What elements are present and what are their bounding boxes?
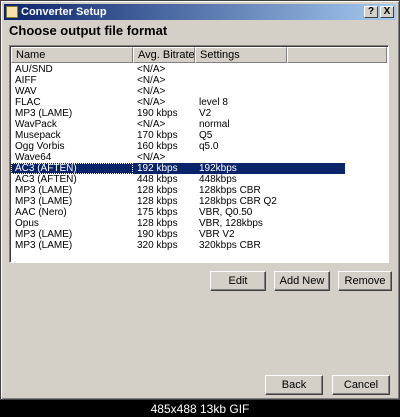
row-name-cell: AIFF [15, 75, 37, 86]
list-row[interactable]: MP3 (LAME) 128 kbps 128kbps CBR [11, 185, 388, 196]
list-body: AU/SND <N/A> AIFF <N/A> WAV <N/A> FLAC <N/A> lev… [11, 64, 388, 251]
row-bitrate-cell: <N/A> [137, 64, 166, 75]
row-settings-cell [195, 64, 345, 75]
list-row[interactable]: MP3 (LAME) 128 kbps 128kbps CBR Q2 [11, 196, 388, 207]
close-icon[interactable]: X [380, 6, 394, 18]
list-row[interactable]: MP3 (LAME) 190 kbps VBR V2 [11, 229, 388, 240]
row-settings-cell: level 8 [199, 97, 228, 108]
remove-button[interactable]: Remove [338, 271, 392, 291]
edit-button[interactable]: Edit [210, 271, 266, 291]
page-heading: Choose output file format [9, 23, 168, 38]
row-bitrate-cell: 190 kbps [137, 108, 178, 119]
row-name-cell: WAV [15, 86, 37, 97]
list-row[interactable]: MP3 (LAME) 320 kbps 320kbps CBR [11, 240, 388, 251]
row-name-cell: MP3 (LAME) [15, 196, 73, 207]
list-row[interactable]: Wave64 <N/A> [11, 152, 388, 163]
row-bitrate-cell: 128 kbps [137, 196, 178, 207]
row-settings-cell: 128kbps CBR [199, 185, 261, 196]
row-bitrate-cell: <N/A> [137, 75, 166, 86]
row-bitrate-cell: <N/A> [137, 152, 166, 163]
row-settings-cell [195, 86, 345, 97]
list-row[interactable]: AU/SND <N/A> [11, 64, 388, 75]
list-row[interactable]: AAC (Nero) 175 kbps VBR, Q0.50 [11, 207, 388, 218]
row-bitrate-cell: 320 kbps [137, 240, 178, 251]
converter-setup-dialog: Converter Setup ? X Choose output file f… [0, 0, 400, 400]
list-header: Name Avg. Bitrate Settings [11, 47, 387, 63]
row-bitrate-cell: 128 kbps [137, 218, 178, 229]
row-settings-cell: VBR V2 [199, 229, 235, 240]
column-header-bitrate[interactable]: Avg. Bitrate [133, 47, 195, 63]
row-name-cell: MP3 (LAME) [15, 229, 73, 240]
image-info-caption: 485x488 13kb GIF [0, 400, 400, 417]
row-name-cell: MP3 (LAME) [15, 108, 73, 119]
title-bar[interactable]: Converter Setup ? X [4, 4, 396, 20]
row-name-cell: AC3 (AFTEN) [11, 163, 133, 174]
column-header-filler [287, 47, 387, 63]
row-settings-cell [195, 75, 345, 86]
list-row[interactable]: Musepack 170 kbps Q5 [11, 130, 388, 141]
row-bitrate-cell: 170 kbps [137, 130, 178, 141]
list-row[interactable]: Ogg Vorbis 160 kbps q5.0 [11, 141, 388, 152]
list-row[interactable]: FLAC <N/A> level 8 [11, 97, 388, 108]
row-name-cell: Opus [15, 218, 39, 229]
help-icon[interactable]: ? [364, 6, 378, 18]
list-row[interactable]: WAV <N/A> [11, 86, 388, 97]
list-row[interactable]: AC3 (AFTEN) 448 kbps 448kbps [11, 174, 388, 185]
row-settings-cell: 128kbps CBR Q2 [199, 196, 277, 207]
list-row[interactable]: AIFF <N/A> [11, 75, 388, 86]
row-settings-cell: 320kbps CBR [199, 240, 261, 251]
cancel-button[interactable]: Cancel [332, 375, 390, 395]
row-settings-cell: VBR, Q0.50 [199, 207, 253, 218]
row-bitrate-cell: 175 kbps [137, 207, 178, 218]
row-name-cell: Musepack [15, 130, 61, 141]
row-name-cell: WavPack [15, 119, 57, 130]
row-bitrate-cell: <N/A> [137, 119, 166, 130]
row-name-cell: FLAC [15, 97, 41, 108]
column-header-name[interactable]: Name [11, 47, 133, 63]
app-icon [6, 6, 18, 18]
row-name-cell: Wave64 [15, 152, 52, 163]
list-row[interactable]: Opus 128 kbps VBR, 128kbps [11, 218, 388, 229]
row-bitrate-cell: <N/A> [137, 86, 166, 97]
row-settings-cell: q5.0 [199, 141, 219, 152]
row-bitrate-cell: 190 kbps [137, 229, 178, 240]
row-name-cell: MP3 (LAME) [15, 240, 73, 251]
format-list[interactable]: Name Avg. Bitrate Settings AU/SND <N/A> AI… [9, 45, 389, 263]
list-row[interactable]: WavPack <N/A> normal [11, 119, 388, 130]
row-settings-cell: V2 [199, 108, 212, 119]
row-settings-cell: Q5 [199, 130, 213, 141]
row-name-cell: AAC (Nero) [15, 207, 67, 218]
row-settings-cell: VBR, 128kbps [199, 218, 263, 229]
row-bitrate-cell: 448 kbps [137, 174, 178, 185]
back-button[interactable]: Back [265, 375, 323, 395]
row-settings-cell [195, 152, 345, 163]
row-name-cell: Ogg Vorbis [15, 141, 65, 152]
row-settings-cell: 448kbps [199, 174, 237, 185]
row-bitrate-cell: 192 kbps [133, 163, 195, 174]
row-bitrate-cell: 160 kbps [137, 141, 178, 152]
list-row[interactable]: AC3 (AFTEN) 192 kbps 192kbps [11, 163, 388, 174]
column-header-settings[interactable]: Settings [195, 47, 287, 63]
row-name-cell: AC3 (AFTEN) [15, 174, 77, 185]
row-name-cell: AU/SND [15, 64, 53, 75]
row-bitrate-cell: <N/A> [137, 97, 166, 108]
row-bitrate-cell: 128 kbps [137, 185, 178, 196]
row-name-cell: MP3 (LAME) [15, 185, 73, 196]
row-settings-cell: 192kbps [195, 163, 345, 174]
list-row[interactable]: MP3 (LAME) 190 kbps V2 [11, 108, 388, 119]
window-title: Converter Setup [21, 6, 107, 18]
add-new-button[interactable]: Add New [274, 271, 330, 291]
row-settings-cell: normal [199, 119, 230, 130]
